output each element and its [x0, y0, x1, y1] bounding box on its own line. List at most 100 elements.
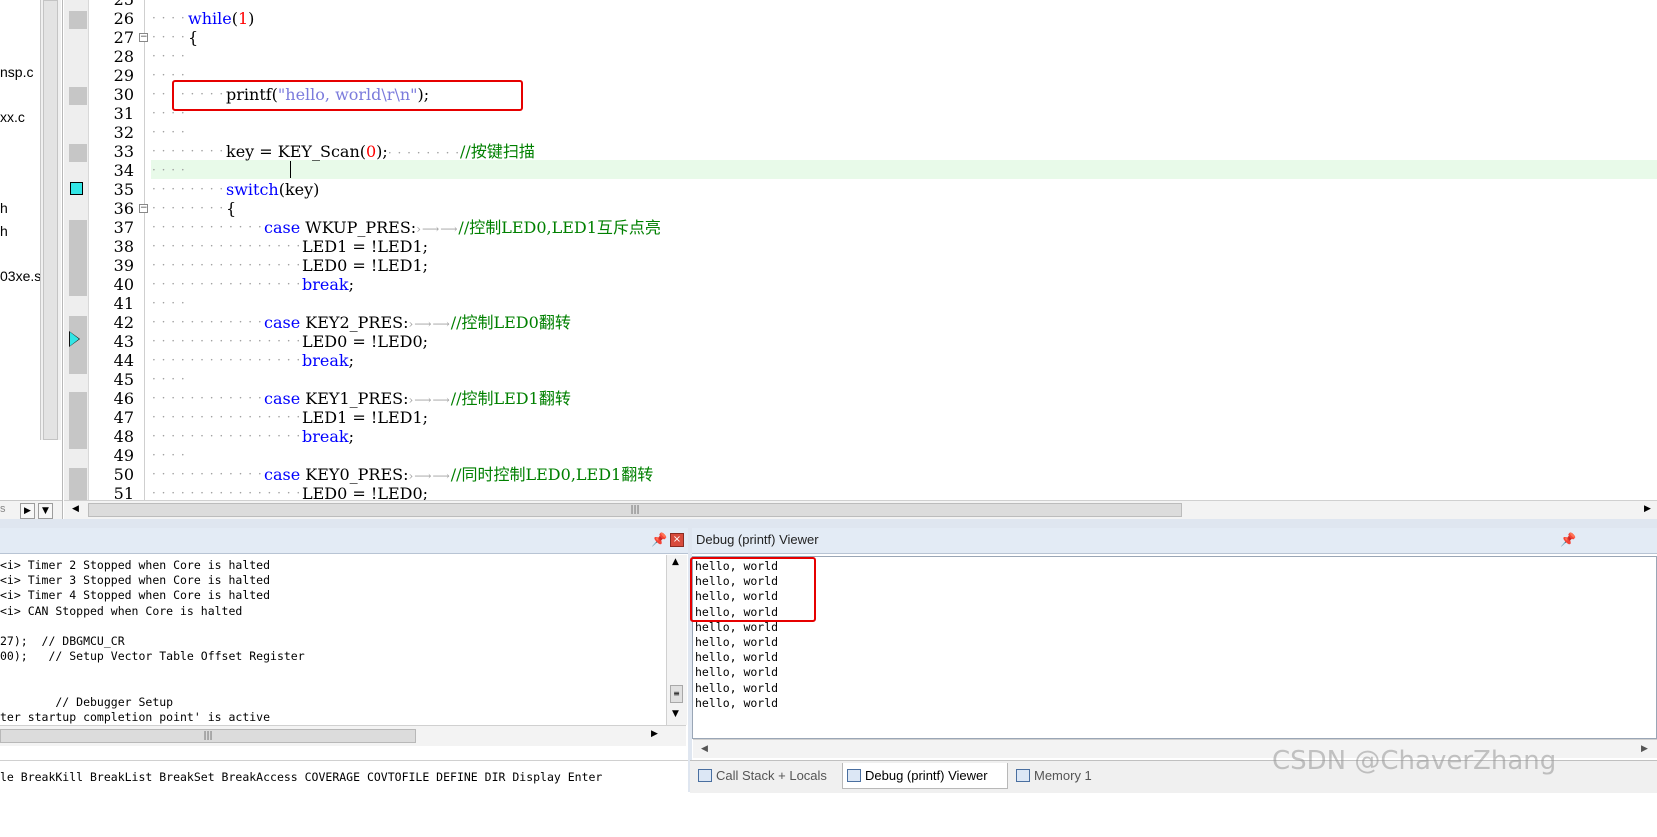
whitespace-markers: · · · · · · · · · · · · · · · · [152, 258, 302, 272]
code-line[interactable]: 48 · · · · · · · · · · · · · · · · break; [64, 427, 1657, 446]
code-line[interactable]: 44 · · · · · · · · · · · · · · · · break; [64, 351, 1657, 370]
scroll-up-icon[interactable]: ▲ [672, 557, 679, 567]
pin-icon[interactable]: 📌 [651, 533, 667, 548]
command-output-line: <i> Timer 3 Stopped when Core is halted [0, 573, 271, 588]
tab-label: Memory 1 [1034, 768, 1092, 783]
code-line[interactable]: 39 · · · · · · · · · · · · · · · · LED0 = … [64, 256, 1657, 275]
whitespace-markers: · · · · [152, 11, 186, 25]
command-vertical-scrollbar[interactable]: ▲ ≡ ▼ [666, 555, 687, 725]
line-number: 39 [113, 256, 134, 275]
line-number: 29 [113, 66, 134, 85]
project-file-item[interactable]: xx.c [0, 109, 25, 125]
scrollbar-thumb[interactable]: ||| [0, 729, 416, 743]
line-number: 51 [113, 484, 134, 500]
code-keyword: break [302, 351, 349, 370]
code-comment: //控制LED0,LED1互斥点亮 [458, 218, 661, 237]
panel-splitter[interactable] [0, 519, 1657, 528]
scroll-right-icon[interactable]: ▶ [20, 503, 35, 519]
dropdown-arrow-icon[interactable]: ▼ [38, 503, 53, 519]
scrollbar-thumb[interactable] [43, 0, 58, 440]
code-line[interactable]: 45 · · · · [64, 370, 1657, 389]
tab-markers: ›⟶⟶ [416, 222, 459, 236]
code-line[interactable]: 27 · · · ·{ [64, 28, 1657, 47]
whitespace-markers: · · · · · · · · · · · · · · · · [152, 334, 302, 348]
code-line[interactable]: 43 · · · · · · · · · · · · · · · · LED0 = … [64, 332, 1657, 351]
code-text: break; [302, 427, 354, 446]
code-line[interactable]: 25 · · · · [64, 0, 1657, 9]
whitespace-markers: · · · · · · · · [152, 182, 225, 196]
code-comment: //按键扫描 [460, 142, 535, 161]
code-token: WKUP_PRES: [300, 218, 417, 237]
whitespace-markers: · · · · · · · · · · · · [152, 220, 263, 234]
line-number: 45 [113, 370, 134, 389]
code-number: 1 [237, 9, 249, 28]
scroll-left-icon[interactable]: ◀ [68, 502, 83, 518]
whitespace-markers: · · · · [152, 448, 186, 462]
code-line[interactable]: 26 · · · · while(1) [64, 9, 1657, 28]
project-vertical-scrollbar[interactable] [40, 0, 61, 440]
tab-call-stack-locals[interactable]: Call Stack + Locals [694, 763, 864, 789]
tab-memory-1[interactable]: Memory 1 [1012, 763, 1132, 789]
project-file-item[interactable]: 03xe.s [0, 268, 41, 284]
scrollbar-thumb[interactable]: ||| [88, 503, 1182, 517]
line-number: 41 [113, 294, 134, 313]
code-line[interactable]: 46 · · · · · · · · · · · · case KEY1_PRES:… [64, 389, 1657, 408]
whitespace-markers: · · · · · · · · · · · · · · · · [152, 486, 302, 500]
whitespace-markers: · · · · · · · · [152, 201, 225, 215]
code-token: ; [348, 427, 354, 446]
code-token: ); [376, 142, 388, 161]
project-file-item[interactable]: nsp.c [0, 64, 33, 80]
code-line[interactable]: 50 · · · · · · · · · · · · case KEY0_PRES:… [64, 465, 1657, 484]
debug-viewer-header [692, 528, 1657, 554]
code-token: ) [248, 9, 255, 28]
code-token: LED1 = !LED1; [302, 237, 429, 256]
tab-label: Call Stack + Locals [716, 768, 827, 783]
code-line[interactable]: 36 · · · · · · · ·{ [64, 199, 1657, 218]
code-line[interactable]: 33 · · · · · · · · key = KEY_Scan(0);· · ·… [64, 142, 1657, 161]
line-number: 42 [113, 313, 134, 332]
code-keyword: break [302, 275, 349, 294]
code-line[interactable]: 34 · · · · [64, 161, 1657, 180]
code-line[interactable]: 47 · · · · · · · · · · · · · · · · LED1 = … [64, 408, 1657, 427]
project-file-item[interactable]: h [0, 223, 8, 239]
code-line[interactable]: 49 · · · · [64, 446, 1657, 465]
code-text: case KEY1_PRES:›⟶⟶//控制LED1翻转 [264, 389, 571, 410]
scroll-down-icon[interactable]: ▼ [672, 709, 679, 719]
scrollbar-thumb[interactable]: ≡ [670, 685, 683, 703]
command-output-line: // Debugger Setup [0, 694, 174, 709]
tab-label: Debug (printf) Viewer [865, 768, 988, 783]
debug-viewer-title: Debug (printf) Viewer [696, 532, 819, 547]
code-line[interactable]: 28 · · · · [64, 47, 1657, 66]
project-tab-label[interactable]: s [0, 503, 6, 515]
tab-markers: ›⟶⟶ [408, 317, 451, 331]
code-line[interactable]: 51 · · · · · · · · · · · · · · · · LED0 = … [64, 484, 1657, 500]
line-number: 25 [64, 0, 134, 9]
pin-icon[interactable]: 📌 [1560, 533, 1576, 548]
code-line[interactable]: 32 · · · · [64, 123, 1657, 142]
code-token: (key) [278, 180, 320, 199]
scroll-left-icon[interactable]: ◀ [701, 740, 708, 758]
code-editor[interactable]: − − 25· · · ·26· · · ·while(1)27· · · ·{… [64, 0, 1657, 500]
code-line[interactable]: 38 · · · · · · · · · · · · · · · · LED1 = … [64, 237, 1657, 256]
project-file-item[interactable]: h [0, 200, 8, 216]
code-line[interactable]: 37 · · · · · · · · · · · · case WKUP_PRES:… [64, 218, 1657, 237]
code-line[interactable]: 35 · · · · · · · · switch(key) [64, 180, 1657, 199]
code-line[interactable]: 40 · · · · · · · · · · · · · · · · break; [64, 275, 1657, 294]
line-number: 36 [113, 199, 134, 218]
code-line[interactable]: 41 · · · · [64, 294, 1657, 313]
code-line[interactable]: 42 · · · · · · · · · · · · case KEY2_PRES:… [64, 313, 1657, 332]
command-output-line: ter startup completion point' is active [0, 710, 271, 724]
command-horizontal-scrollbar[interactable]: ||| ▶ [0, 725, 686, 746]
tab-markers: ›⟶⟶ [408, 393, 451, 407]
close-icon[interactable]: × [670, 533, 684, 547]
code-keyword: case [264, 313, 301, 332]
code-keyword: case [264, 389, 301, 408]
tab-debug-printf-viewer[interactable]: Debug (printf) Viewer [842, 763, 1008, 789]
line-number: 48 [113, 427, 134, 446]
scroll-right-icon[interactable]: ▶ [1640, 502, 1655, 518]
scroll-right-icon[interactable]: ▶ [1641, 740, 1648, 758]
scroll-right-icon[interactable]: ▶ [651, 729, 658, 739]
code-keyword: break [302, 427, 349, 446]
code-text: switch(key) [226, 180, 319, 199]
editor-horizontal-scrollbar[interactable]: ◀ ||| ▶ [64, 500, 1657, 520]
